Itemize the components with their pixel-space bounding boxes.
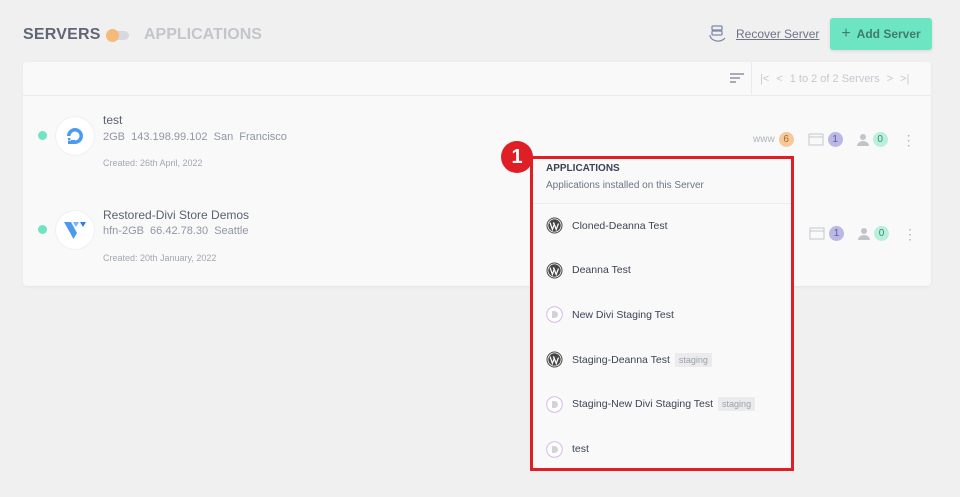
vultr-logo-icon — [56, 211, 94, 249]
wordpress-icon — [546, 351, 563, 368]
application-item[interactable]: Cloned-Deanna Test — [546, 217, 668, 234]
more-options-icon[interactable]: ⋮ — [902, 133, 916, 147]
database-icon — [808, 133, 824, 146]
application-name: Deanna Test — [572, 264, 631, 277]
step-marker: 1 — [501, 141, 533, 173]
application-name: New Divi Staging Test — [572, 308, 674, 321]
application-item[interactable]: New Divi Staging Test — [546, 306, 674, 324]
database-icon — [809, 227, 825, 240]
application-item[interactable]: Staging-Deanna Test staging — [546, 351, 712, 368]
divi-icon — [546, 306, 563, 324]
server-list-card: |< < 1 to 2 of 2 Servers > >| test 2GB 1… — [23, 62, 931, 286]
recover-server-link[interactable]: Recover Server — [708, 25, 819, 43]
next-page-icon[interactable]: > — [887, 73, 893, 85]
wordpress-icon — [546, 262, 563, 279]
server-row[interactable]: test 2GB 143.198.99.102 San Francisco Cr… — [23, 96, 931, 191]
db-count-badge[interactable]: 1 — [827, 132, 843, 147]
db-count-badge[interactable]: 1 — [829, 226, 844, 241]
application-name: Cloned-Deanna Test — [572, 219, 668, 232]
pagination: |< < 1 to 2 of 2 Servers > >| — [751, 62, 909, 96]
pager-text: 1 to 2 of 2 Servers — [789, 73, 880, 85]
more-options-icon[interactable]: ⋮ — [903, 227, 917, 241]
staging-tag: staging — [674, 352, 712, 367]
user-count-badge[interactable]: 0 — [872, 132, 888, 147]
divi-icon — [546, 440, 563, 458]
application-item[interactable]: Deanna Test — [546, 262, 631, 279]
server-created: Created: 26th April, 2022 — [103, 158, 203, 168]
recover-server-label: Recover Server — [736, 27, 820, 41]
popover-subtitle: Applications installed on this Server — [546, 180, 704, 191]
server-name[interactable]: test — [103, 113, 122, 127]
application-item[interactable]: Staging-New Divi Staging Test staging — [546, 395, 756, 413]
status-dot — [38, 225, 47, 234]
apps-count-badge[interactable]: 6 — [778, 132, 794, 147]
divi-icon — [546, 395, 563, 413]
server-meta: 2GB 143.198.99.102 San Francisco — [103, 131, 287, 143]
user-icon — [858, 228, 870, 240]
user-count-badge[interactable]: 0 — [874, 226, 889, 241]
plus-icon: + — [841, 25, 851, 42]
first-page-icon[interactable]: |< — [760, 73, 769, 85]
user-icon — [856, 134, 869, 146]
server-meta: hfn-2GB 66.42.78.30 Seattle — [103, 225, 249, 237]
tab-applications[interactable]: APPLICATIONS — [144, 26, 262, 44]
wordpress-icon — [546, 217, 563, 234]
applications-popover: APPLICATIONS Applications installed on t… — [530, 156, 794, 471]
status-dot — [38, 131, 47, 140]
server-created: Created: 20th January, 2022 — [103, 253, 217, 263]
application-name: Staging-Deanna Test — [572, 353, 670, 366]
application-name: test — [572, 443, 589, 455]
prev-page-icon[interactable]: < — [776, 73, 782, 85]
view-toggle[interactable] — [106, 29, 129, 42]
add-server-label: Add Server — [856, 27, 921, 41]
popover-title: APPLICATIONS — [546, 163, 620, 174]
application-name: Staging-New Divi Staging Test — [572, 398, 714, 411]
last-page-icon[interactable]: >| — [900, 73, 909, 85]
add-server-button[interactable]: + Add Server — [830, 18, 932, 50]
sort-icon[interactable] — [730, 73, 744, 85]
application-item[interactable]: test — [546, 440, 589, 458]
staging-tag: staging — [718, 397, 756, 412]
server-name[interactable]: Restored-Divi Store Demos — [103, 208, 249, 222]
server-restore-icon — [709, 25, 726, 42]
server-row[interactable]: Restored-Divi Store Demos hfn-2GB 66.42.… — [23, 191, 931, 286]
digitalocean-logo-icon — [56, 117, 94, 155]
tab-servers[interactable]: SERVERS — [23, 26, 101, 44]
www-label: www — [753, 134, 775, 145]
